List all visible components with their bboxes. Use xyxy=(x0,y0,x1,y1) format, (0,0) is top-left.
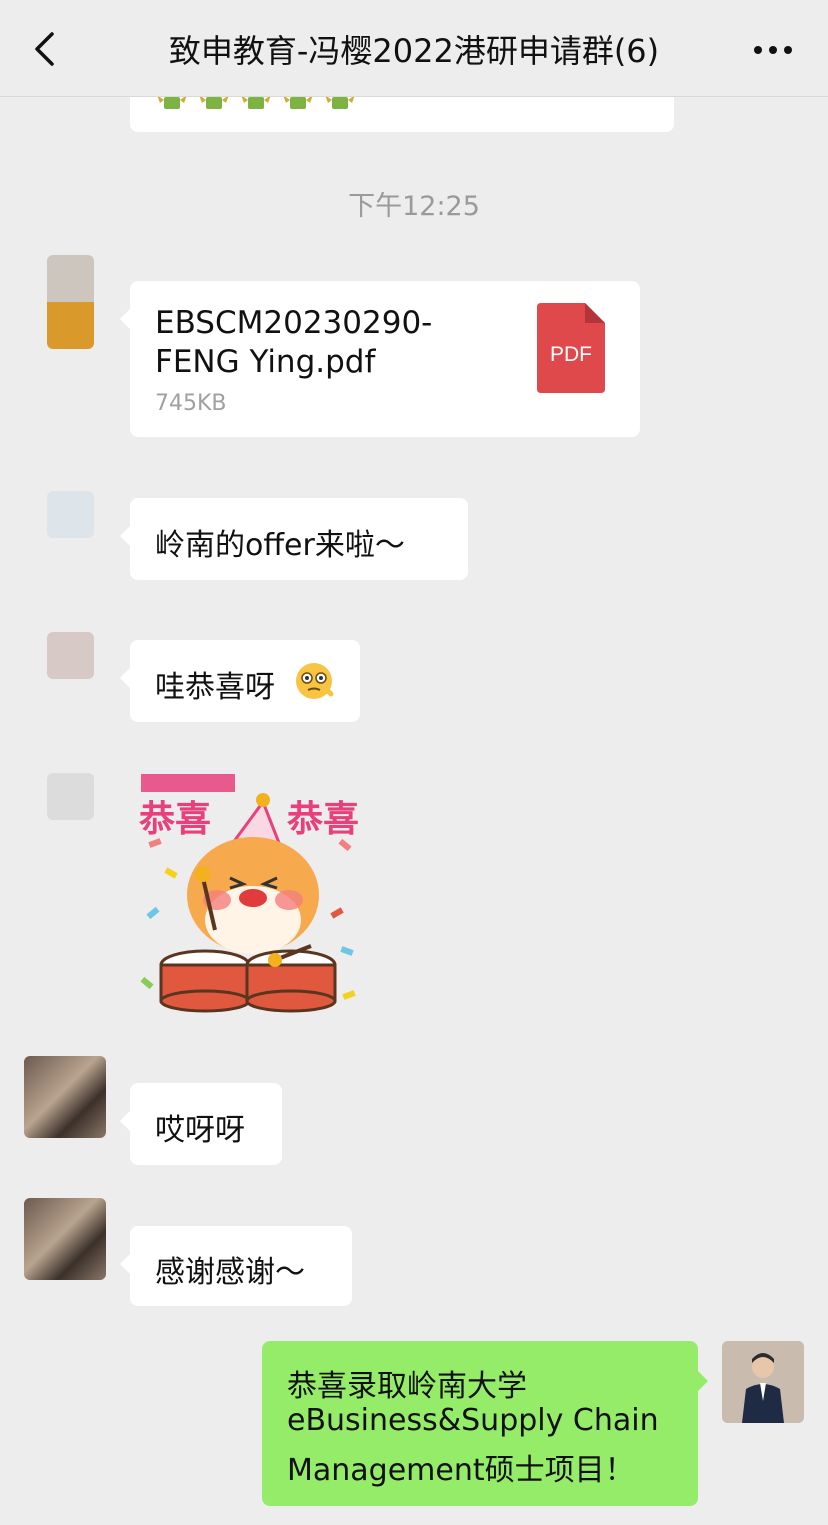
message-text: 哎呀呀 xyxy=(155,1113,245,1148)
file-name-line1: EBSCM20230290- xyxy=(155,305,433,341)
pdf-label: PDF xyxy=(550,343,592,366)
message-text: 感谢感谢～ xyxy=(155,1255,305,1290)
avatar[interactable] xyxy=(47,491,94,538)
message-text-line3: Management硕士项目！ xyxy=(287,1453,635,1488)
back-button[interactable] xyxy=(28,22,68,76)
message-text: 岭南的offer来啦～ xyxy=(155,528,405,563)
pdf-file-icon: PDF xyxy=(537,303,605,393)
outgoing-message-bubble[interactable]: 恭喜录取岭南大学 eBusiness&Supply Chain Manageme… xyxy=(262,1341,708,1506)
chevron-left-icon xyxy=(35,32,54,66)
more-button[interactable] xyxy=(748,30,798,70)
hamster-drum-sticker-icon xyxy=(140,774,356,1013)
file-size: 745KB xyxy=(155,391,227,416)
chat-title: 致申教育-冯樱2022港研申请群(6) xyxy=(168,32,660,70)
message-text-line2: eBusiness&Supply Chain xyxy=(287,1403,659,1438)
sticker-message[interactable]: 恭喜 恭喜 xyxy=(135,770,365,1020)
message-timestamp: 下午12:25 xyxy=(348,191,480,222)
avatar-photo[interactable] xyxy=(24,1056,106,1138)
file-name-line2: FENG Ying.pdf xyxy=(155,344,376,380)
file-message-bubble[interactable]: EBSCM20230290- FENG Ying.pdf 745KB PDF xyxy=(120,281,640,437)
avatar[interactable] xyxy=(47,773,94,820)
avatar-photo[interactable] xyxy=(24,1198,106,1280)
header-overlay: 致申教育-冯樱2022港研申请群(6) xyxy=(0,0,828,96)
text-message-bubble[interactable]: 哇恭喜呀 xyxy=(120,640,360,722)
more-dots-icon xyxy=(754,46,792,54)
message-text-line1: 恭喜录取岭南大学 xyxy=(287,1369,527,1404)
person-avatar-icon xyxy=(722,1341,804,1423)
text-message-bubble[interactable]: 哎呀呀 xyxy=(120,1083,282,1165)
monocle-face-icon xyxy=(296,663,334,699)
text-message-bubble[interactable]: 感谢感谢～ xyxy=(120,1226,352,1306)
avatar[interactable] xyxy=(47,255,94,349)
avatar[interactable] xyxy=(47,632,94,679)
text-message-bubble[interactable]: 岭南的offer来啦～ xyxy=(120,498,468,580)
message-text: 哇恭喜呀 xyxy=(155,670,275,705)
self-avatar[interactable] xyxy=(722,1341,804,1423)
